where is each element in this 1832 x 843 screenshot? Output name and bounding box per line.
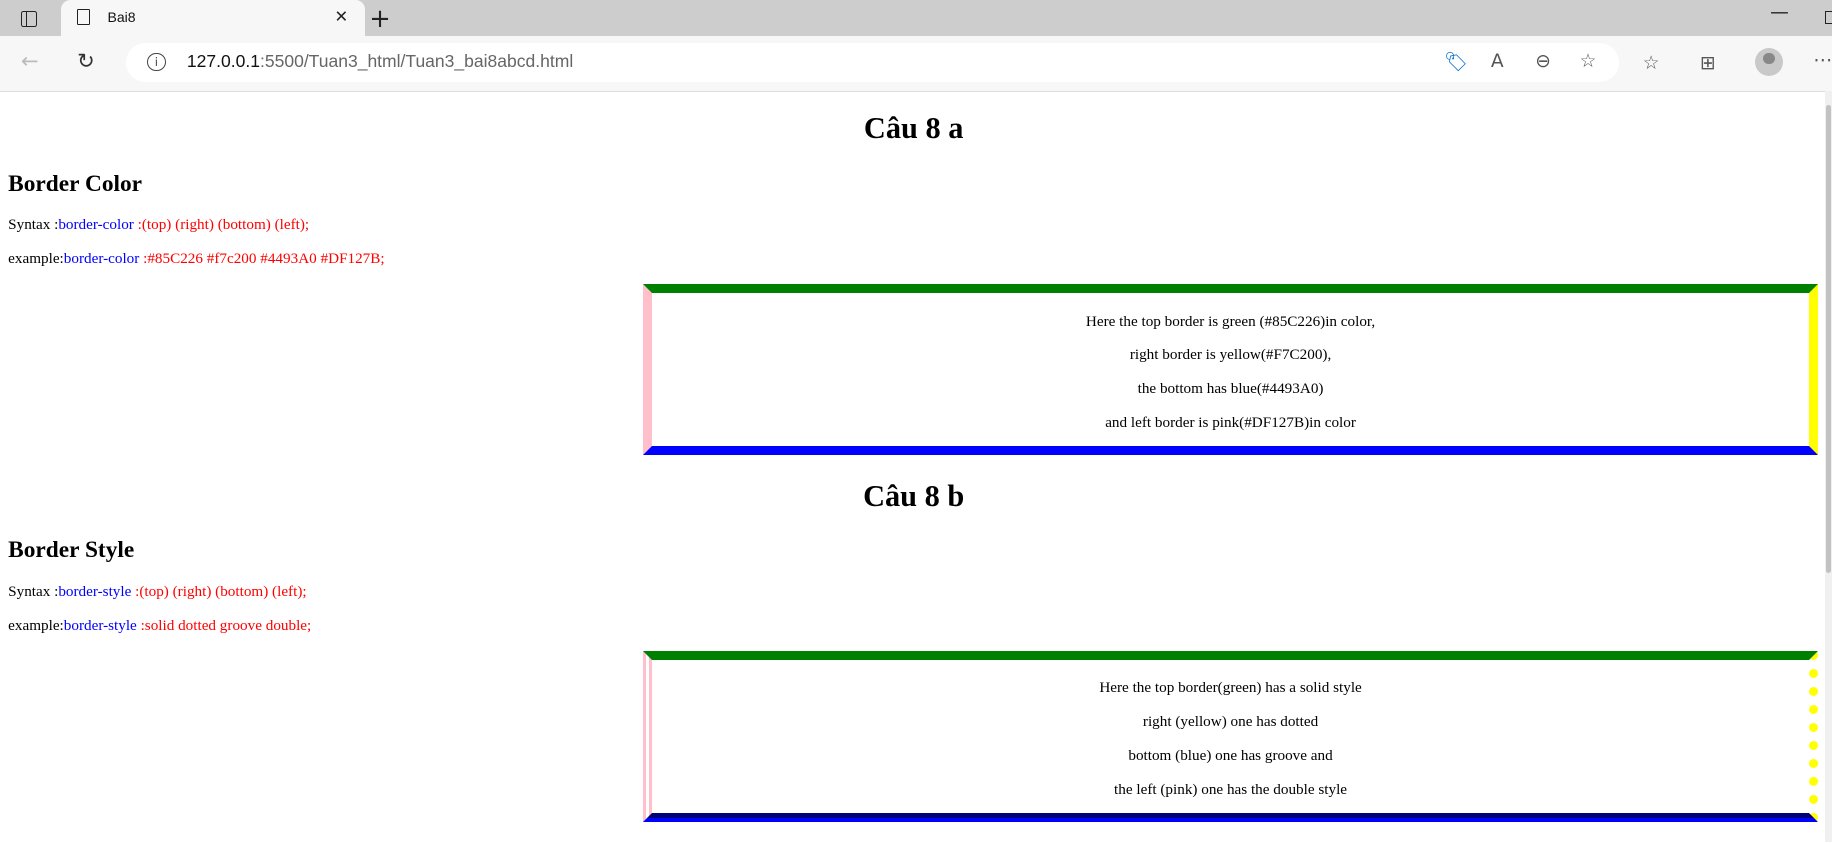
tab-bar: Bai8 ✕ + — (0, 0, 1832, 37)
border-style-heading: Border Style (8, 537, 135, 564)
page-icon (77, 9, 90, 26)
minimize-icon[interactable]: — (1770, 2, 1789, 23)
info-icon[interactable]: i (147, 52, 166, 71)
demo-line: right border is yellow(#F7C200), (1129, 346, 1332, 364)
section-a-title: Câu 8 a (863, 110, 964, 145)
demo-line: and left border is pink(#DF127B)in color (1105, 414, 1356, 432)
example-line-b: example:border-style :solid dotted groov… (8, 616, 312, 634)
tab-actions-icon[interactable] (21, 10, 38, 27)
favorites-icon[interactable]: ☆ (1643, 53, 1660, 74)
read-aloud-icon[interactable]: A (1491, 51, 1504, 72)
demo-line: the bottom has blue(#4493A0) (1137, 380, 1324, 398)
tab-title: Bai8 (107, 9, 136, 26)
refresh-icon[interactable]: ↻ (77, 48, 95, 73)
demo-line: right (yellow) one has dotted (1142, 713, 1319, 731)
close-tab-icon[interactable]: ✕ (334, 7, 348, 26)
maximize-icon[interactable] (1825, 10, 1832, 25)
border-color-heading: Border Color (8, 170, 143, 197)
scrollbar[interactable] (1825, 91, 1832, 843)
syntax-line-b: Syntax :border-style :(top) (right) (bot… (8, 583, 307, 601)
profile-avatar[interactable] (1754, 47, 1783, 76)
collections-icon[interactable]: ⊞ (1700, 53, 1716, 74)
url-text[interactable]: 127.0.0.1:5500/Tuan3_html/Tuan3_bai8abcd… (187, 51, 573, 72)
section-b-title: Câu 8 b (863, 479, 965, 514)
example-line-a: example:border-color :#85C226 #f7c200 #4… (8, 250, 385, 268)
toolbar: ← ↻ i 127.0.0.1:5500/Tuan3_html/Tuan3_ba… (0, 36, 1832, 93)
zoom-out-icon[interactable]: ⊖ (1535, 51, 1551, 72)
demo-line: Here the top border(green) has a solid s… (1099, 679, 1362, 697)
demo-line: Here the top border is green (#85C226)in… (1085, 312, 1376, 330)
address-bar[interactable]: i 127.0.0.1:5500/Tuan3_html/Tuan3_bai8ab… (126, 43, 1620, 82)
syntax-line-a: Syntax :border-color :(top) (right) (bot… (8, 216, 310, 234)
border-style-demo-box: Here the top border(green) has a solid s… (642, 650, 1819, 822)
add-favorite-icon[interactable]: ☆ (1580, 51, 1597, 72)
shopping-tag-icon[interactable]: 🏷 (1444, 51, 1468, 73)
tab-bai8[interactable]: Bai8 ✕ (60, 0, 365, 37)
demo-line: the left (pink) one has the double style (1114, 781, 1348, 799)
more-icon[interactable]: ⋯ (1813, 50, 1832, 71)
border-color-demo-box: Here the top border is green (#85C226)in… (642, 283, 1819, 455)
new-tab-icon[interactable]: + (369, 4, 391, 34)
demo-line: bottom (blue) one has groove and (1128, 747, 1333, 765)
back-icon[interactable]: ← (21, 48, 39, 73)
